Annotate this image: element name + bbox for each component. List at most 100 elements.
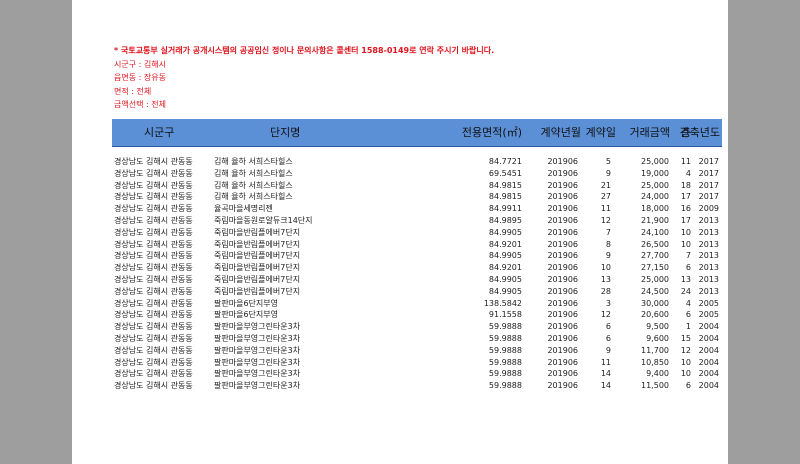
cell-contract-month: 201906	[547, 204, 578, 214]
cell-price: 25,000	[641, 157, 669, 166]
cell-floor: 7	[685, 251, 691, 261]
table-row: 경상남도 김해시 관동동 죽림마을반림플에버7단지 84.9905 201906 28 2…	[112, 286, 722, 298]
cell-contract-day: 10	[600, 263, 611, 273]
cell-area: 84.9815	[488, 192, 522, 202]
cell-area: 84.9905	[488, 227, 522, 237]
cell-area: 59.9888	[488, 333, 522, 343]
header-contract-month: 계약년월	[540, 126, 581, 139]
cell-complex-name: 율곡마을세명리젠	[214, 204, 273, 214]
cell-contract-day: 11	[600, 204, 611, 214]
cell-build-year: 2013	[698, 239, 719, 249]
cell-sigungu: 경상남도 김해시 관동동	[114, 357, 193, 367]
cell-contract-day: 11	[600, 357, 611, 367]
cell-price: 30,000	[641, 298, 669, 308]
cell-contract-day: 27	[600, 192, 611, 202]
cell-sigungu: 경상남도 김해시 관동동	[114, 263, 193, 273]
cell-area: 138.5842	[483, 298, 522, 308]
cell-complex-name: 팔판마을6단지부영	[214, 298, 278, 308]
cell-complex-name: 김해 율하 서희스타힐스	[214, 192, 293, 202]
cell-build-year: 2017	[698, 157, 719, 166]
table-row: 경상남도 김해시 관동동 죽림마을동원로얄듀크14단지 84.9895 201906 1…	[112, 215, 722, 227]
cell-build-year: 2013	[698, 286, 719, 296]
table-row: 경상남도 김해시 관동동 죽림마을반림플에버7단지 84.9905 201906 9 27…	[112, 250, 722, 262]
header-area: 전용면적(㎡)	[461, 126, 522, 139]
cell-contract-day: 7	[605, 227, 611, 237]
cell-price: 24,000	[641, 192, 669, 202]
table-row: 경상남도 김해시 관동동 김해 율하 서희스타힐스 84.7721 201906 5 25…	[112, 156, 722, 168]
cell-floor: 10	[680, 357, 691, 367]
cell-area: 84.9911	[488, 204, 522, 214]
cell-contract-month: 201906	[547, 333, 578, 343]
cell-contract-day: 8	[605, 239, 611, 249]
cell-build-year: 2017	[698, 180, 719, 190]
cell-contract-day: 9	[605, 251, 611, 261]
table-row: 경상남도 김해시 관동동 죽림마을반림플에버7단지 84.9905 201906 7 24…	[112, 227, 722, 239]
cell-contract-month: 201906	[547, 251, 578, 261]
cell-area: 84.9201	[488, 263, 522, 273]
cell-build-year: 2013	[698, 215, 719, 225]
table-row: 경상남도 김해시 관동동 팔판마을부영그린타운3차 59.9888 201906 11 1…	[112, 357, 722, 369]
cell-sigungu: 경상남도 김해시 관동동	[114, 286, 193, 296]
cell-contract-month: 201906	[547, 298, 578, 308]
cell-area: 84.9905	[488, 251, 522, 261]
cell-sigungu: 경상남도 김해시 관동동	[114, 192, 193, 202]
cell-complex-name: 팔판마을부영그린타운3차	[214, 381, 301, 391]
cell-contract-month: 201906	[547, 180, 578, 190]
table-row: 경상남도 김해시 관동동 팔판마을부영그린타운3차 59.9888 201906 9 11…	[112, 345, 722, 357]
cell-sigungu: 경상남도 김해시 관동동	[114, 239, 193, 249]
cell-floor: 10	[680, 239, 691, 249]
cell-complex-name: 김해 율하 서희스타힐스	[214, 168, 293, 178]
cell-contract-day: 9	[605, 168, 611, 178]
cell-contract-month: 201906	[547, 369, 578, 379]
cell-sigungu: 경상남도 김해시 관동동	[114, 345, 193, 355]
table-row: 경상남도 김해시 관동동 팔판마을부영그린타운3차 59.9888 201906 6 9,…	[112, 333, 722, 345]
cell-contract-day: 14	[600, 381, 611, 391]
cell-area: 84.9895	[488, 215, 522, 225]
cell-area: 59.9888	[488, 381, 522, 391]
cell-floor: 15	[680, 333, 691, 343]
cell-contract-day: 6	[605, 322, 611, 332]
cell-sigungu: 경상남도 김해시 관동동	[114, 251, 193, 261]
cell-build-year: 2004	[698, 369, 719, 379]
cell-price: 9,500	[646, 322, 669, 332]
table-row: 경상남도 김해시 관동동 팔판마을부영그린타운3차 59.9888 201906 6 9,…	[112, 321, 722, 333]
cell-floor: 6	[685, 310, 691, 320]
cell-contract-day: 3	[605, 298, 611, 308]
cell-floor: 6	[685, 263, 691, 273]
cell-complex-name: 팔판마을부영그린타운3차	[214, 333, 301, 343]
cell-floor: 16	[680, 204, 691, 214]
header-contract-day: 계약일	[585, 126, 616, 139]
cell-sigungu: 경상남도 김해시 관동동	[114, 157, 193, 166]
cell-build-year: 2005	[698, 298, 719, 308]
document-page: * 국토교통부 실거래가 공개시스템의 공공임신 정이나 문의사항은 콜센터 1…	[72, 0, 728, 464]
cell-complex-name: 팔판마을부영그린타운3차	[214, 345, 301, 355]
filter-eupmyeondong: 읍면동 : 장유동	[114, 73, 166, 82]
header-sigungu: 시군구	[144, 126, 175, 139]
cell-price: 25,000	[641, 180, 669, 190]
cell-area: 69.5451	[488, 168, 522, 178]
cell-area: 84.9905	[488, 274, 522, 284]
table-row: 경상남도 김해시 관동동 팔판마을6단지부영 91.1558 201906 12 20,6…	[112, 309, 722, 321]
cell-floor: 6	[685, 381, 691, 391]
cell-price: 26,500	[641, 239, 669, 249]
cell-contract-day: 14	[600, 369, 611, 379]
cell-floor: 24	[680, 286, 691, 296]
table-row: 경상남도 김해시 관동동 율곡마을세명리젠 84.9911 201906 11 18,00…	[112, 203, 722, 215]
cell-area: 84.9815	[488, 180, 522, 190]
cell-complex-name: 김해 율하 서희스타힐스	[214, 180, 293, 190]
cell-price: 20,600	[641, 310, 669, 320]
cell-price: 10,850	[641, 357, 669, 367]
cell-sigungu: 경상남도 김해시 관동동	[114, 298, 193, 308]
cell-area: 59.9888	[488, 357, 522, 367]
cell-sigungu: 경상남도 김해시 관동동	[114, 310, 193, 320]
cell-build-year: 2004	[698, 357, 719, 367]
cell-complex-name: 죽림마을반림플에버7단지	[214, 274, 301, 284]
cell-complex-name: 죽림마을동원로얄듀크14단지	[214, 215, 313, 225]
cell-area: 59.9888	[488, 322, 522, 332]
cell-contract-month: 201906	[547, 310, 578, 320]
cell-sigungu: 경상남도 김해시 관동동	[114, 227, 193, 237]
cell-sigungu: 경상남도 김해시 관동동	[114, 204, 193, 214]
cell-build-year: 2013	[698, 227, 719, 237]
cell-price: 24,100	[641, 227, 669, 237]
cell-build-year: 2004	[698, 345, 719, 355]
